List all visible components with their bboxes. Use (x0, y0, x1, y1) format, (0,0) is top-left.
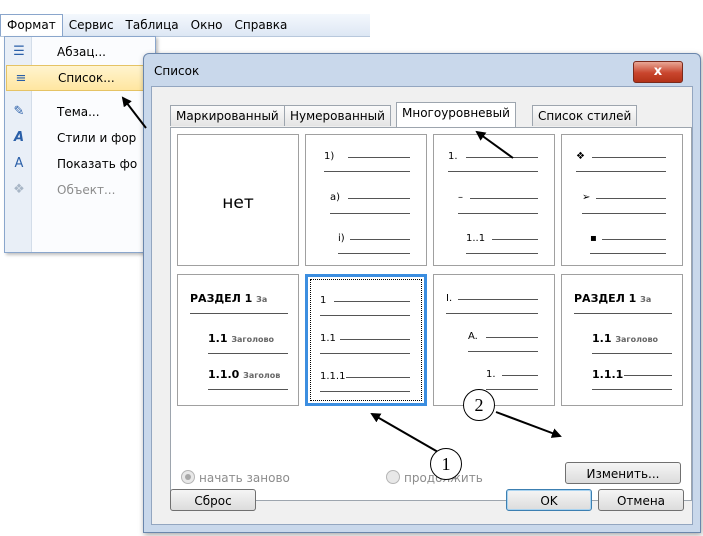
arrow-to-selected-option (370, 413, 439, 453)
callout-1: 1 (430, 448, 462, 480)
tab-label: Многоуровневый (402, 106, 510, 120)
arrow-to-multilevel-tab (475, 130, 514, 159)
annotation-arrows (121, 96, 562, 453)
callout-2: 2 (463, 389, 495, 421)
tab-multilevel[interactable]: Многоуровневый (396, 102, 516, 127)
arrow-to-modify-button (495, 411, 562, 438)
arrow-to-list-menu-item (121, 96, 147, 129)
